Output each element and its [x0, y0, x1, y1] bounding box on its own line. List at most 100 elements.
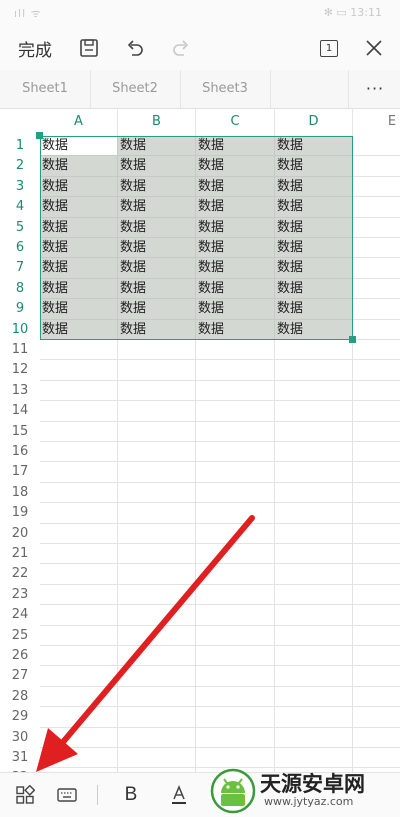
row-header-14[interactable]: 14	[0, 401, 40, 421]
tab-sheet3[interactable]: Sheet3	[180, 70, 271, 108]
cell-a14[interactable]	[40, 401, 118, 422]
cell-b21[interactable]	[118, 544, 196, 565]
cell-b3[interactable]: 数据	[118, 176, 196, 198]
cell-a20[interactable]	[40, 523, 118, 544]
row-header-16[interactable]: 16	[0, 442, 40, 462]
cell-b29[interactable]	[118, 707, 196, 728]
cell-b25[interactable]	[118, 625, 196, 646]
cell-a5[interactable]: 数据	[40, 217, 118, 238]
cell-e12[interactable]	[353, 360, 400, 381]
cell-c22[interactable]	[196, 564, 275, 585]
spreadsheet-grid[interactable]: A B C D E 1 数据 数据 数据 数据 2 数据 数据 数据 数据 3 数据 数据 数据 数据 4 数据 数据 数据数…	[0, 108, 400, 772]
cell-e7[interactable]	[353, 258, 400, 279]
cell-d18[interactable]	[275, 482, 353, 504]
cell-e30[interactable]	[353, 728, 400, 748]
tab-sheet2[interactable]: Sheet2	[90, 70, 181, 108]
cell-d5[interactable]: 数据	[275, 217, 353, 238]
row-header-2[interactable]: 2	[0, 156, 40, 176]
cell-d30[interactable]	[275, 727, 353, 748]
cell-c15[interactable]	[196, 421, 275, 442]
more-sheets-button[interactable]: ···	[348, 70, 400, 108]
cell-a17[interactable]	[40, 462, 118, 483]
cell-d10[interactable]: 数据	[275, 319, 353, 340]
cell-b18[interactable]	[118, 482, 196, 504]
cell-a25[interactable]	[40, 625, 118, 646]
cell-d26[interactable]	[275, 646, 353, 667]
cell-e21[interactable]	[353, 544, 400, 565]
cell-c5[interactable]: 数据	[196, 217, 275, 238]
cell-c8[interactable]: 数据	[196, 278, 275, 300]
cell-e5[interactable]	[353, 218, 400, 238]
cell-c18[interactable]	[196, 482, 275, 504]
cell-b23[interactable]	[118, 584, 196, 606]
cell-d13[interactable]	[275, 380, 353, 402]
cell-d29[interactable]	[275, 707, 353, 728]
cell-b4[interactable]: 数据	[118, 197, 196, 218]
cell-c27[interactable]	[196, 666, 275, 687]
cell-d3[interactable]: 数据	[275, 176, 353, 198]
cell-d8[interactable]: 数据	[275, 278, 353, 300]
column-header-c[interactable]: C	[196, 108, 275, 136]
cell-e13[interactable]	[353, 381, 400, 402]
cell-c11[interactable]	[196, 340, 275, 361]
cell-b14[interactable]	[118, 401, 196, 422]
cell-c24[interactable]	[196, 605, 275, 626]
cell-e2[interactable]	[353, 156, 400, 177]
cell-a15[interactable]	[40, 421, 118, 442]
close-icon[interactable]	[360, 26, 388, 70]
cell-a13[interactable]	[40, 380, 118, 402]
cell-b7[interactable]: 数据	[118, 258, 196, 279]
cell-a8[interactable]: 数据	[40, 278, 118, 300]
cell-a18[interactable]	[40, 482, 118, 504]
cell-a26[interactable]	[40, 646, 118, 667]
cell-b19[interactable]	[118, 503, 196, 524]
cell-d15[interactable]	[275, 421, 353, 442]
redo-icon[interactable]	[166, 26, 196, 70]
row-header-15[interactable]: 15	[0, 422, 40, 442]
cell-d20[interactable]	[275, 523, 353, 544]
row-header-12[interactable]: 12	[0, 360, 40, 380]
cell-a7[interactable]: 数据	[40, 258, 118, 279]
cell-a16[interactable]	[40, 442, 118, 463]
cell-c7[interactable]: 数据	[196, 258, 275, 279]
selection-handle-start[interactable]	[36, 132, 43, 139]
cell-b24[interactable]	[118, 605, 196, 626]
cell-d7[interactable]: 数据	[275, 258, 353, 279]
cell-e1[interactable]	[353, 136, 400, 157]
cell-b16[interactable]	[118, 442, 196, 463]
cell-c10[interactable]: 数据	[196, 319, 275, 340]
cell-b8[interactable]: 数据	[118, 278, 196, 300]
cell-b22[interactable]	[118, 564, 196, 585]
cell-a19[interactable]	[40, 503, 118, 524]
row-header-17[interactable]: 17	[0, 462, 40, 482]
cell-c21[interactable]	[196, 544, 275, 565]
cell-b10[interactable]: 数据	[118, 319, 196, 340]
cell-d24[interactable]	[275, 605, 353, 626]
cell-a9[interactable]: 数据	[40, 299, 118, 320]
cell-a22[interactable]	[40, 564, 118, 585]
cell-e6[interactable]	[353, 238, 400, 259]
cell-d2[interactable]: 数据	[275, 156, 353, 177]
row-header-27[interactable]: 27	[0, 666, 40, 686]
column-header-a[interactable]: A	[40, 108, 118, 136]
cell-e20[interactable]	[353, 524, 400, 544]
cell-d28[interactable]	[275, 686, 353, 708]
cell-e11[interactable]	[353, 340, 400, 361]
cell-b28[interactable]	[118, 686, 196, 708]
cell-a6[interactable]: 数据	[40, 238, 118, 259]
cell-a1[interactable]: 数据	[40, 136, 118, 157]
row-header-18[interactable]: 18	[0, 483, 40, 503]
row-header-9[interactable]: 9	[0, 299, 40, 319]
cell-a3[interactable]: 数据	[40, 176, 118, 198]
row-header-28[interactable]: 28	[0, 687, 40, 707]
cell-a21[interactable]	[40, 544, 118, 565]
keyboard-icon[interactable]	[52, 773, 82, 817]
cell-b12[interactable]	[118, 360, 196, 381]
cell-a10[interactable]: 数据	[40, 319, 118, 340]
row-header-4[interactable]: 4	[0, 197, 40, 217]
cell-a29[interactable]	[40, 707, 118, 728]
cell-b9[interactable]: 数据	[118, 299, 196, 320]
row-header-21[interactable]: 21	[0, 544, 40, 564]
row-header-19[interactable]: 19	[0, 503, 40, 523]
cell-d25[interactable]	[275, 625, 353, 646]
